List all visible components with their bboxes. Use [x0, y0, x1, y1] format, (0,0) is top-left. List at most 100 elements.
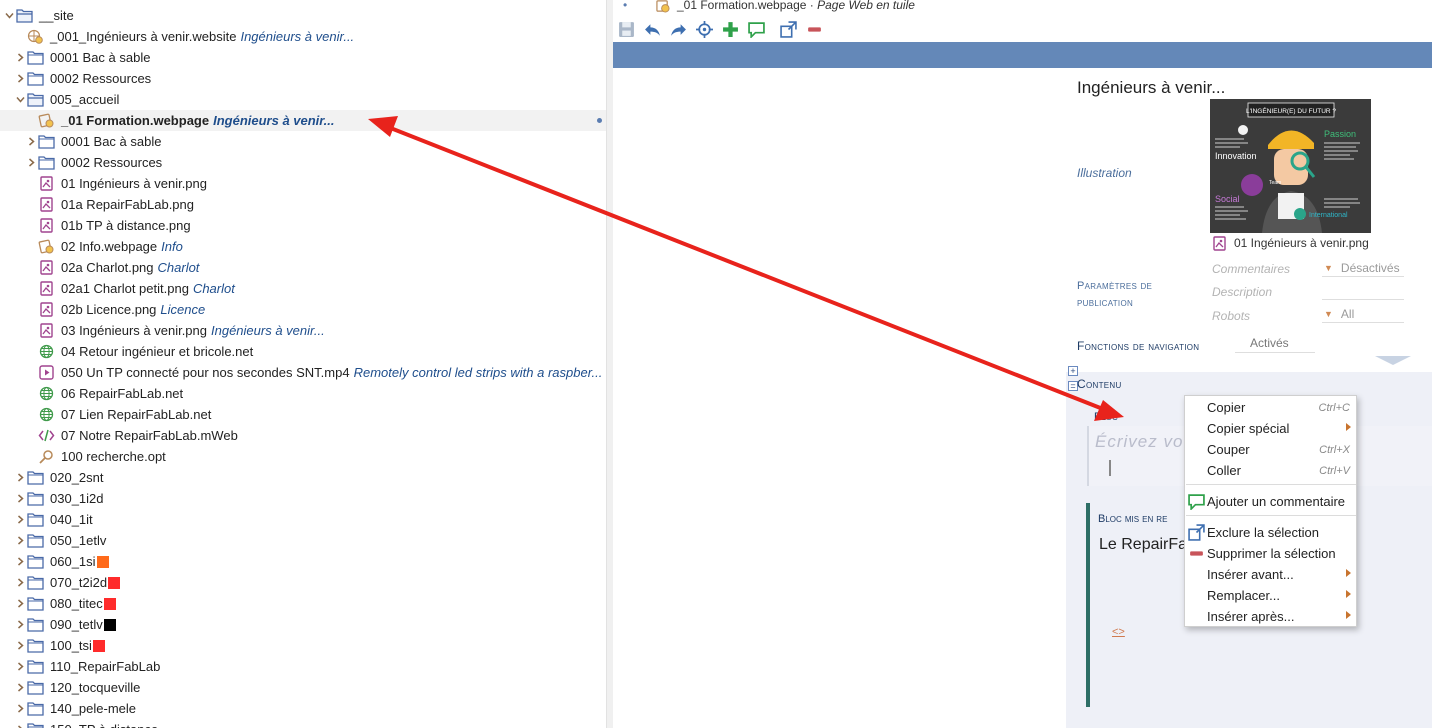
chevron-right-icon[interactable]	[14, 47, 26, 68]
menu-item[interactable]: Copier spécial	[1185, 418, 1356, 439]
tree-folder-row[interactable]: 120_tocqueville	[0, 677, 606, 698]
folder-open-icon	[26, 92, 44, 108]
file-tree[interactable]: __site _001_Ingénieurs à venir.website Ing…	[0, 0, 606, 728]
tree-file-row[interactable]: 02 Info.webpage Info	[0, 236, 606, 257]
tree-folder-row[interactable]: 050_1etlv	[0, 530, 606, 551]
chevron-right-icon[interactable]	[14, 677, 26, 698]
tree-file-row[interactable]: 02b Licence.png Licence	[0, 299, 606, 320]
tree-item-name: 06 RepairFabLab.net	[61, 386, 184, 401]
menu-item[interactable]: Coller Ctrl+V	[1185, 460, 1356, 481]
tree-folder-row[interactable]: 030_1i2d	[0, 488, 606, 509]
tree-item-name: 01b TP à distance.png	[61, 218, 191, 233]
tree-item-name: __site	[39, 8, 74, 23]
chevron-down-icon[interactable]	[3, 5, 15, 26]
tree-file-row[interactable]: 04 Retour ingénieur et bricole.net	[0, 341, 606, 362]
menu-item[interactable]: Supprimer la sélection	[1185, 543, 1356, 564]
chevron-right-icon[interactable]	[14, 572, 26, 593]
tree-folder-row[interactable]: 090_tetlv	[0, 614, 606, 635]
chevron-right-icon[interactable]	[14, 614, 26, 635]
redo-icon[interactable]	[665, 18, 691, 40]
tree-folder-row[interactable]: 0002 Ressources	[0, 152, 606, 173]
tree-file-row[interactable]: _001_Ingénieurs à venir.website Ingénieur…	[0, 26, 606, 47]
chevron-right-icon[interactable]	[14, 656, 26, 677]
tree-folder-row[interactable]: 0001 Bac à sable	[0, 131, 606, 152]
robots-select[interactable]: ▼ All	[1322, 306, 1404, 323]
chevron-right-icon[interactable]	[25, 152, 37, 173]
tree-item-name: _001_Ingénieurs à venir.website	[50, 29, 237, 44]
tree-item-name: 0001 Bac à sable	[50, 50, 151, 65]
undo-icon[interactable]	[639, 18, 665, 40]
tree-file-row[interactable]: 01a RepairFabLab.png	[0, 194, 606, 215]
tree-folder-row[interactable]: 150_TP à distance	[0, 719, 606, 728]
chevron-right-icon[interactable]	[14, 68, 26, 89]
image-caption[interactable]: 01 Ingénieurs à venir.png	[1210, 235, 1369, 251]
add-block-icon[interactable]: +	[1068, 366, 1078, 376]
tree-file-row[interactable]: 07 Notre RepairFabLab.mWeb	[0, 425, 606, 446]
tree-folder-row[interactable]: 100_tsi	[0, 635, 606, 656]
navigation-select[interactable]: Activés	[1235, 336, 1315, 353]
tree-item-name: 01a RepairFabLab.png	[61, 197, 194, 212]
exclude-icon[interactable]	[775, 18, 801, 40]
chevron-right-icon[interactable]	[14, 719, 26, 728]
chevron-right-icon[interactable]	[14, 488, 26, 509]
tree-file-row[interactable]: 02a1 Charlot petit.png Charlot	[0, 278, 606, 299]
remove-icon[interactable]	[801, 18, 827, 40]
tree-folder-row[interactable]: 020_2snt	[0, 467, 606, 488]
tree-file-row[interactable]: 01b TP à distance.png	[0, 215, 606, 236]
editor-tab[interactable]: • _01 Formation.webpage · Page Web en tu…	[613, 0, 1432, 14]
pane-splitter[interactable]	[606, 0, 613, 728]
chevron-right-icon[interactable]	[14, 509, 26, 530]
tree-file-row[interactable]: 01 Ingénieurs à venir.png	[0, 173, 606, 194]
tree-folder-row[interactable]: 0001 Bac à sable	[0, 47, 606, 68]
illustration-image[interactable]: L'INGÉNIEUR(E) DU FUTUR ? Innovation Pas…	[1210, 99, 1371, 233]
menu-item[interactable]: Remplacer...	[1185, 585, 1356, 606]
tree-folder-row[interactable]: 060_1si	[0, 551, 606, 572]
tree-folder-row[interactable]: 070_t2i2d	[0, 572, 606, 593]
tree-folder-row[interactable]: 0002 Ressources	[0, 68, 606, 89]
chevron-right-icon[interactable]	[14, 698, 26, 719]
menu-item[interactable]: Couper Ctrl+X	[1185, 439, 1356, 460]
page-title[interactable]: Ingénieurs à venir...	[1077, 78, 1225, 98]
tree-folder-row[interactable]: __site	[0, 5, 606, 26]
exclude-icon	[1188, 524, 1205, 541]
chevron-right-icon[interactable]	[14, 530, 26, 551]
tree-folder-row[interactable]: 140_pele-mele	[0, 698, 606, 719]
menu-item[interactable]: Copier Ctrl+C	[1185, 397, 1356, 418]
tree-item-name: 0001 Bac à sable	[61, 134, 162, 149]
chevron-right-icon[interactable]	[14, 593, 26, 614]
chevron-right-icon[interactable]	[14, 635, 26, 656]
chevron-right-icon[interactable]	[14, 467, 26, 488]
tree-file-row[interactable]: 100 recherche.opt	[0, 446, 606, 467]
target-icon[interactable]	[691, 18, 717, 40]
tree-folder-row[interactable]: 080_titec	[0, 593, 606, 614]
save-icon[interactable]	[613, 18, 639, 40]
comments-field-label: Commentaires	[1212, 262, 1291, 276]
tree-folder-row[interactable]: 005_accueil	[0, 89, 606, 110]
chevron-right-icon[interactable]	[14, 551, 26, 572]
add-icon[interactable]	[717, 18, 743, 40]
tree-folder-row[interactable]: 040_1it	[0, 509, 606, 530]
tree-item-name: 01 Ingénieurs à venir.png	[61, 176, 207, 191]
chevron-down-icon[interactable]	[14, 89, 26, 110]
code-toggle-icon[interactable]: <>	[1112, 626, 1125, 638]
tree-file-row[interactable]: 07 Lien RepairFabLab.net	[0, 404, 606, 425]
tree-file-row[interactable]: 06 RepairFabLab.net	[0, 383, 606, 404]
tree-file-row[interactable]: 050 Un TP connecté pour nos secondes SNT…	[0, 362, 606, 383]
menu-item[interactable]: Insérer avant...	[1185, 564, 1356, 585]
tree-file-row[interactable]: 03 Ingénieurs à venir.png Ingénieurs à ve…	[0, 320, 606, 341]
menu-item[interactable]: Insérer après...	[1185, 606, 1356, 627]
tree-file-row[interactable]: 02a Charlot.png Charlot	[0, 257, 606, 278]
tree-item-title: Remotely control led strips with a raspb…	[353, 365, 603, 380]
menu-item[interactable]: Exclure la sélection	[1185, 522, 1356, 543]
submenu-arrow-icon	[1346, 590, 1351, 598]
comment-icon[interactable]	[743, 18, 769, 40]
description-input[interactable]	[1322, 283, 1404, 300]
comments-select[interactable]: ▼ Désactivés	[1322, 260, 1404, 277]
chevron-right-icon[interactable]	[25, 131, 37, 152]
highlighted-block-text[interactable]: Le RepairFal	[1099, 536, 1191, 554]
tree-folder-row[interactable]: 110_RepairFabLab	[0, 656, 606, 677]
tree-file-row[interactable]: _01 Formation.webpage Ingénieurs à venir.…	[0, 110, 606, 131]
menu-item[interactable]: Ajouter un commentaire	[1185, 491, 1356, 512]
